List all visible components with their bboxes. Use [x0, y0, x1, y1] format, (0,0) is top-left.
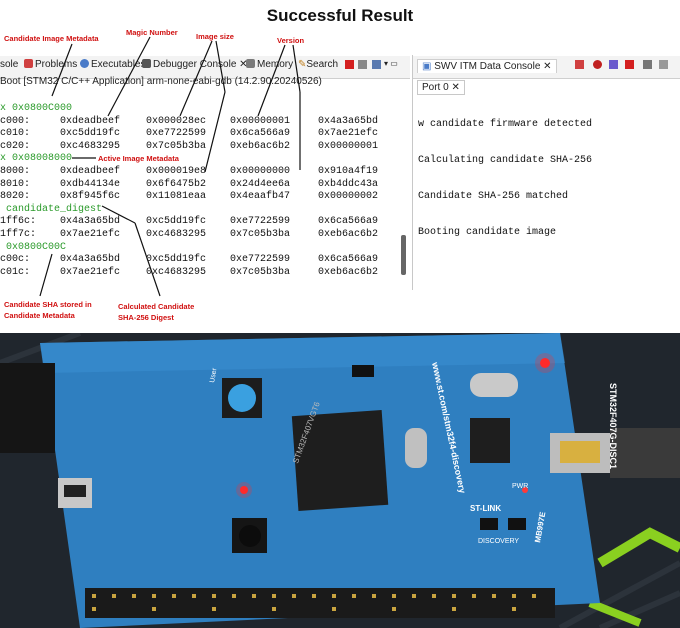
- board-silkscreen-disc: DISCOVERY: [478, 538, 519, 545]
- board-silkscreen-stlink: ST-LINK: [470, 504, 501, 513]
- board-silkscreen-board: STM32F407G-DISC1: [608, 383, 618, 469]
- board-photo: STM32F407G-DISC1 www.st.com/stm32f4-disc…: [0, 333, 680, 628]
- board-silkscreen-pwr: PWR: [512, 483, 528, 490]
- annotation-arrows: [39, 36, 301, 297]
- stm32-discovery-board-image: STM32F407G-DISC1 www.st.com/stm32f4-disc…: [0, 333, 680, 628]
